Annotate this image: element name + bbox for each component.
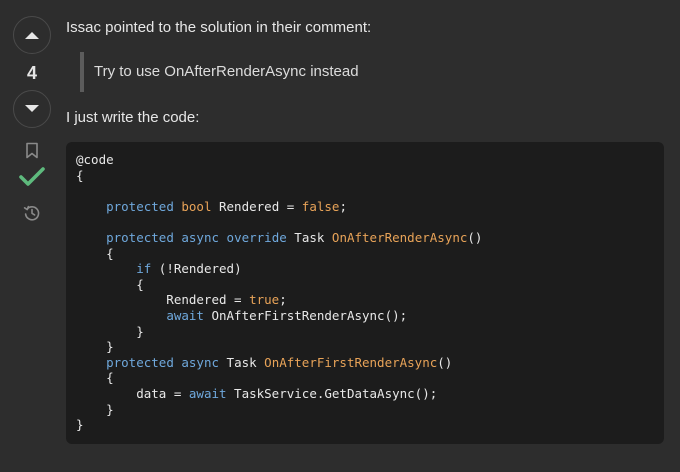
- code-line: protected async Task OnAfterFirstRenderA…: [76, 355, 654, 371]
- code-token: {: [76, 167, 84, 183]
- post-body: Issac pointed to the solution in their c…: [66, 18, 664, 444]
- code-line: data = await TaskService.GetDataAsync();: [76, 386, 654, 402]
- code-line: {: [76, 168, 654, 184]
- code-token: ;: [339, 198, 347, 214]
- code-line: if (!Rendered): [76, 261, 654, 277]
- code-block: @code{ protected bool Rendered = false; …: [66, 142, 664, 444]
- code-token: {: [76, 370, 114, 386]
- code-token: Rendered =: [76, 292, 250, 308]
- code-line: }: [76, 402, 654, 418]
- bookmark-icon: [26, 142, 38, 159]
- code-token: protected: [106, 229, 174, 245]
- code-token: Rendered =: [211, 198, 302, 214]
- history-button[interactable]: [23, 204, 41, 222]
- code-token: async: [181, 229, 220, 245]
- code-token: OnAfterFirstRenderAsync: [264, 354, 438, 370]
- upvote-button[interactable]: [13, 16, 51, 54]
- code-line: }: [76, 417, 654, 433]
- code-token: }: [76, 417, 84, 433]
- downvote-button[interactable]: [13, 90, 51, 128]
- code-line: await OnAfterFirstRenderAsync();: [76, 308, 654, 324]
- vote-count: 4: [26, 63, 37, 83]
- code-line: protected bool Rendered = false;: [76, 199, 654, 215]
- code-token: Task: [219, 354, 265, 370]
- code-line: Rendered = true;: [76, 292, 654, 308]
- code-line: {: [76, 246, 654, 262]
- code-token: }: [76, 323, 144, 339]
- code-token: (!Rendered): [151, 261, 242, 277]
- code-token: async: [181, 354, 220, 370]
- followup-paragraph: I just write the code:: [66, 109, 200, 126]
- code-line: @code: [76, 152, 654, 168]
- code-line: protected async override Task OnAfterRen…: [76, 230, 654, 246]
- code-token: ;: [279, 292, 287, 308]
- code-token: protected: [106, 354, 174, 370]
- code-line: {: [76, 277, 654, 293]
- code-token: }: [76, 401, 114, 417]
- code-token: false: [301, 198, 340, 214]
- answer-post: 4 Issac pointed to the solution in their…: [0, 0, 680, 472]
- code-token: OnAfterRenderAsync: [331, 229, 468, 245]
- code-token: {: [76, 276, 144, 292]
- history-icon: [23, 205, 40, 221]
- code-token: OnAfterFirstRenderAsync();: [203, 307, 408, 323]
- code-token: data =: [76, 385, 189, 401]
- code-token: @code: [76, 152, 114, 167]
- code-line: }: [76, 324, 654, 340]
- vote-column: 4: [12, 16, 52, 222]
- code-token: (): [467, 229, 483, 245]
- code-token: true: [249, 292, 280, 308]
- quoted-comment: Try to use OnAfterRenderAsync instead: [80, 52, 664, 92]
- accepted-checkmark-icon: [19, 167, 45, 186]
- code-token: await: [166, 307, 204, 323]
- code-token: TaskService.GetDataAsync();: [226, 385, 438, 401]
- code-token: protected: [106, 198, 174, 214]
- code-line: {: [76, 370, 654, 386]
- downvote-arrow-icon: [25, 105, 39, 112]
- code-token: if: [136, 261, 152, 277]
- code-token: Task: [286, 229, 332, 245]
- code-token: override: [226, 229, 287, 245]
- bookmark-button[interactable]: [24, 142, 40, 160]
- code-line: }: [76, 339, 654, 355]
- code-token: }: [76, 339, 114, 355]
- code-token: (): [437, 354, 453, 370]
- code-token: bool: [181, 198, 212, 214]
- intro-paragraph: Issac pointed to the solution in their c…: [66, 19, 372, 36]
- upvote-arrow-icon: [25, 32, 39, 39]
- code-token: await: [188, 385, 227, 401]
- accepted-answer-indicator: [19, 166, 45, 188]
- code-token: {: [76, 245, 114, 261]
